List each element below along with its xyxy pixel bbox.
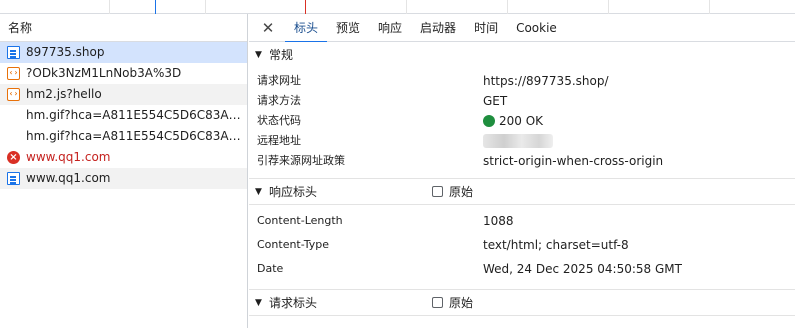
- document-icon: [7, 172, 20, 185]
- raw-checkbox[interactable]: [432, 297, 443, 308]
- raw-toggle[interactable]: 原始: [432, 290, 473, 316]
- request-row[interactable]: 897735.shop: [0, 42, 247, 63]
- request-row[interactable]: www.qq1.com: [0, 168, 247, 189]
- header-key: 请求方法: [257, 94, 301, 107]
- general-row: 请求网址 https://897735.shop/: [249, 71, 795, 91]
- image-request-icon: [7, 109, 20, 122]
- document-icon: [7, 46, 20, 59]
- request-name: hm2.js?hello: [26, 87, 102, 101]
- general-row: 状态代码 200 OK: [249, 111, 795, 131]
- timeline-strip: [0, 0, 795, 14]
- timeline-grid-line: [507, 0, 508, 14]
- request-list-panel: 名称 897735.shop ‹› ?ODk3NzM1LnNob3A%3D ‹›…: [0, 14, 248, 328]
- request-name: www.qq1.com: [26, 150, 111, 164]
- header-key: 引荐来源网址政策: [257, 154, 345, 167]
- request-row[interactable]: ‹› hm2.js?hello: [0, 84, 247, 105]
- image-request-icon: [7, 130, 20, 143]
- header-key: Content-Type: [257, 238, 329, 251]
- raw-checkbox[interactable]: [432, 186, 443, 197]
- section-title: 请求标头: [269, 295, 318, 310]
- timeline-dom-marker: [155, 0, 156, 14]
- details-tabbar: ✕ 标头 预览 响应 启动器 时间 Cookie: [249, 14, 795, 43]
- status-code-value: 200 OK: [483, 111, 543, 131]
- raw-label: 原始: [449, 184, 474, 199]
- request-row[interactable]: × www.qq1.com: [0, 147, 247, 168]
- timeline-load-marker: [305, 0, 306, 14]
- request-row[interactable]: hm.gif?hca=A811E554C5D6C83A&c...: [0, 126, 247, 147]
- redacted-value: [483, 134, 553, 148]
- raw-label: 原始: [449, 295, 474, 310]
- header-value: 1088: [483, 214, 514, 228]
- remote-address-value: [483, 131, 553, 151]
- response-headers-section-header[interactable]: ▼ 响应标头 原始: [249, 179, 795, 205]
- collapse-triangle-icon: ▼: [255, 297, 262, 308]
- header-key: 状态代码: [257, 114, 301, 127]
- response-header-row: Content-Type text/html; charset=utf-8: [249, 233, 795, 257]
- request-name: hm.gif?hca=A811E554C5D6C83A&c...: [26, 129, 247, 143]
- tab-response[interactable]: 响应: [369, 14, 411, 42]
- header-value: Wed, 24 Dec 2025 04:50:58 GMT: [483, 262, 682, 276]
- general-section-header[interactable]: ▼ 常规: [249, 42, 795, 68]
- request-name: ?ODk3NzM1LnNob3A%3D: [26, 66, 182, 80]
- status-code-text: 200 OK: [499, 114, 544, 128]
- timeline-grid-line: [406, 0, 407, 14]
- timeline-grid-line: [205, 0, 206, 14]
- request-name: hm.gif?hca=A811E554C5D6C83A&c...: [26, 108, 247, 122]
- script-icon: ‹›: [7, 67, 20, 80]
- section-title: 常规: [269, 48, 294, 62]
- status-ok-icon: [483, 115, 495, 127]
- collapse-triangle-icon: ▼: [255, 186, 262, 197]
- request-method-value: GET: [483, 94, 508, 108]
- request-headers-section-header[interactable]: ▼ 请求标头 原始: [249, 290, 795, 316]
- header-key: 请求网址: [257, 74, 301, 87]
- timeline-grid-line: [608, 0, 609, 14]
- script-icon: ‹›: [7, 88, 20, 101]
- close-icon[interactable]: ✕: [257, 19, 279, 37]
- header-key: Content-Length: [257, 214, 343, 227]
- tab-cookies[interactable]: Cookie: [507, 14, 566, 42]
- general-row: 远程地址: [249, 131, 795, 151]
- tab-initiator[interactable]: 启动器: [411, 14, 465, 42]
- general-row: 引荐来源网址政策 strict-origin-when-cross-origin: [249, 151, 795, 171]
- raw-toggle[interactable]: 原始: [432, 179, 473, 205]
- request-name: www.qq1.com: [26, 171, 111, 185]
- request-details-panel: ✕ 标头 预览 响应 启动器 时间 Cookie ▼ 常规 请求网址 https…: [249, 14, 795, 328]
- error-icon: ×: [7, 151, 20, 164]
- header-value: text/html; charset=utf-8: [483, 238, 629, 252]
- collapse-triangle-icon: ▼: [255, 50, 262, 60]
- request-url-value: https://897735.shop/: [483, 74, 609, 88]
- tab-timing[interactable]: 时间: [465, 14, 507, 42]
- general-row: 请求方法 GET: [249, 91, 795, 111]
- tab-preview[interactable]: 预览: [327, 14, 369, 42]
- response-header-row: Date Wed, 24 Dec 2025 04:50:58 GMT: [249, 257, 795, 281]
- request-name: 897735.shop: [26, 45, 105, 59]
- section-title: 响应标头: [269, 184, 318, 199]
- timeline-grid-line: [709, 0, 710, 14]
- name-column-header[interactable]: 名称: [0, 14, 247, 42]
- header-key: 远程地址: [257, 134, 301, 147]
- request-row[interactable]: ‹› ?ODk3NzM1LnNob3A%3D: [0, 63, 247, 84]
- referrer-policy-value: strict-origin-when-cross-origin: [483, 154, 664, 168]
- response-header-row: Content-Length 1088: [249, 209, 795, 233]
- tab-headers[interactable]: 标头: [285, 14, 328, 43]
- timeline-grid-line: [109, 0, 110, 14]
- request-row[interactable]: hm.gif?hca=A811E554C5D6C83A&c...: [0, 105, 247, 126]
- header-key: Date: [257, 262, 284, 275]
